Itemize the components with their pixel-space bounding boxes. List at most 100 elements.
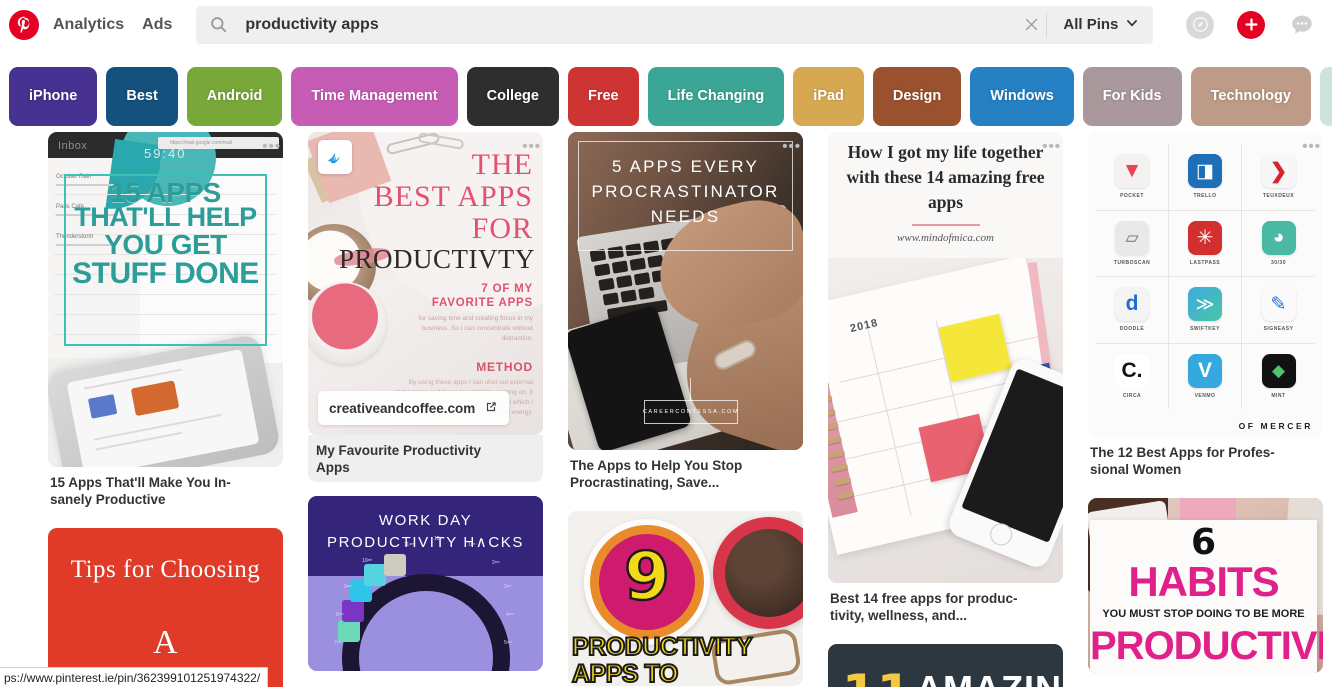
app-icon-cell: ◆ MINT xyxy=(1242,344,1315,410)
external-link-icon xyxy=(484,400,498,417)
pin-image[interactable]: Tips for Choosing A xyxy=(48,528,283,687)
close-icon[interactable] xyxy=(1016,6,1046,44)
app-icon-cell: C. CIRCA xyxy=(1096,343,1169,409)
art-line-2: PRODUCTIVITY H∧CKS xyxy=(326,534,525,551)
chip-life-changing[interactable]: Life Changing xyxy=(647,66,785,126)
pin-image[interactable]: 6 HABITS YOU MUST STOP DOING TO BE MORE … xyxy=(1088,498,1323,673)
art-word: AMAZING xyxy=(916,668,1063,687)
pin-image[interactable]: ▼ POCKET ◨ TRELLO ❯ TEUXDEUX ▱ TURBOSCAN xyxy=(1088,132,1323,437)
pin-title: The Apps to Help You Stop Procrastinatin… xyxy=(570,458,743,490)
source-domain-pill[interactable]: creativeandcoffee.com xyxy=(318,391,510,425)
all-pins-label: All Pins xyxy=(1063,16,1119,33)
pin-card[interactable]: How I got my life together with these 14… xyxy=(828,132,1063,630)
pin-overflow-menu[interactable]: ••• xyxy=(262,139,281,154)
art-line-1: WORK DAY xyxy=(378,512,473,529)
app-label: POCKET xyxy=(1120,193,1144,200)
chip-free[interactable]: Free xyxy=(567,66,639,126)
chip-label: For Kids xyxy=(1102,88,1162,104)
pin-image[interactable]: 9 PRODUCTIVITY APPS TO xyxy=(568,511,803,686)
pin-image[interactable]: How I got my life together with these 14… xyxy=(828,132,1063,583)
nav-link-analytics[interactable]: Analytics xyxy=(53,16,124,34)
app-label: 30/30 xyxy=(1270,259,1286,266)
chip-label: Android xyxy=(206,88,263,104)
pin-column-2: THE BEST APPS FOR PRODUCTIVTY 7 OF MY FA… xyxy=(308,132,543,685)
app-icon-cell: ✳ LASTPASS xyxy=(1169,210,1242,277)
art-watermark: CAREERCONTESSA.COM xyxy=(643,400,738,424)
pin-overflow-menu[interactable]: ••• xyxy=(782,139,801,154)
art-headline: How I got my life together with these 14… xyxy=(846,142,1045,212)
app-label: CIRCA xyxy=(1122,392,1142,399)
art-word: HABITS xyxy=(1128,558,1279,605)
art-headline-1: 5 APPS EVERY xyxy=(611,157,760,176)
chip-android[interactable]: Android xyxy=(186,66,283,126)
all-pins-dropdown[interactable]: All Pins xyxy=(1047,6,1153,44)
pin-card[interactable]: 9 PRODUCTIVITY APPS TO xyxy=(568,511,803,686)
pin-card[interactable]: Tips for Choosing A xyxy=(48,528,283,687)
pin-card[interactable]: 5 APPS EVERY PROCRASTINATOR NEEDS CAREER… xyxy=(568,132,803,497)
pin-overflow-menu[interactable]: ••• xyxy=(522,139,541,154)
search-input[interactable] xyxy=(245,5,1017,44)
art-inbox-label: Inbox xyxy=(58,140,88,152)
art-headline-4: STUFF DONE xyxy=(72,257,259,290)
app-label: SWIFTKEY xyxy=(1190,326,1220,333)
messages-icon[interactable] xyxy=(1288,11,1316,39)
pin-artwork: THE BEST APPS FOR PRODUCTIVTY 7 OF MY FA… xyxy=(308,132,543,435)
app-icon-cell: ▱ TURBOSCAN xyxy=(1096,210,1169,277)
pin-card[interactable]: https://mail.google.com/mail Inbox Octob… xyxy=(48,132,283,514)
pin-image[interactable]: WORK DAY PRODUCTIVITY H∧CKS 11ᵃᵐ 12ᵖᵐ 1ᵖ… xyxy=(308,496,543,671)
chip-ipad[interactable]: iPad xyxy=(793,66,864,126)
pin-image[interactable]: 11 AMAZING xyxy=(828,644,1063,687)
topic-filter-chips: iPhone Best Android Time Management Coll… xyxy=(0,66,1332,126)
pin-title: The 12 Best Apps for Profes-sional Women xyxy=(1090,445,1275,477)
chip-label: College xyxy=(486,88,539,104)
explore-icon[interactable] xyxy=(1186,10,1215,39)
art-line-2: BEST APPS xyxy=(373,180,533,213)
app-label: TRELLO xyxy=(1193,193,1217,200)
chip-label: iPhone xyxy=(29,88,78,104)
art-site: www.mindofmica.com xyxy=(897,232,994,244)
art-sub-2: FAVORITE APPS xyxy=(431,297,533,309)
chip-label: Best xyxy=(126,88,158,104)
chip-design[interactable]: Design xyxy=(872,66,962,126)
pin-overflow-menu[interactable]: ••• xyxy=(1042,139,1061,154)
pin-card[interactable]: 6 HABITS YOU MUST STOP DOING TO BE MORE … xyxy=(1088,498,1323,673)
chip-time-management[interactable]: Time Management xyxy=(291,66,458,126)
pin-card[interactable]: 11 AMAZING xyxy=(828,644,1063,687)
app-label: LASTPASS xyxy=(1189,259,1221,266)
app-icon-grid: ▼ POCKET ◨ TRELLO ❯ TEUXDEUX ▱ TURBOSCAN xyxy=(1096,144,1315,409)
pin-image[interactable]: 5 APPS EVERY PROCRASTINATOR NEEDS CAREER… xyxy=(568,132,803,450)
art-headline-3: YOU GET xyxy=(104,229,227,260)
art-number: 9 xyxy=(623,537,671,617)
art-line-1: PRODUCTIVITY xyxy=(571,633,754,662)
create-pin-icon[interactable] xyxy=(1237,10,1266,39)
pin-card[interactable]: ▼ POCKET ◨ TRELLO ❯ TEUXDEUX ▱ TURBOSCAN xyxy=(1088,132,1323,484)
art-line-1: Tips for Choosing xyxy=(70,556,261,583)
pin-overflow-menu[interactable]: ••• xyxy=(1302,139,1321,154)
pin-title: Best 14 free apps for produc-tivity, wel… xyxy=(830,591,1018,623)
pinterest-logo-icon[interactable] xyxy=(9,9,39,40)
pin-artwork: How I got my life together with these 14… xyxy=(828,132,1063,583)
app-label: TEUXDEUX xyxy=(1262,193,1295,200)
browser-status-bar: ps://www.pinterest.ie/pin/36239910125197… xyxy=(0,667,269,687)
pin-card[interactable]: THE BEST APPS FOR PRODUCTIVTY 7 OF MY FA… xyxy=(308,132,543,482)
pin-card[interactable]: WORK DAY PRODUCTIVITY H∧CKS 11ᵃᵐ 12ᵖᵐ 1ᵖ… xyxy=(308,496,543,671)
chip-iphone[interactable]: iPhone xyxy=(9,66,98,126)
chip-technology[interactable]: Technology xyxy=(1190,66,1311,126)
chip-college[interactable]: College xyxy=(466,66,559,126)
app-icon-cell: ◕ 30/30 xyxy=(1242,211,1315,277)
chip-best[interactable]: Best xyxy=(106,66,178,126)
pin-title: My Favourite Productivity Apps xyxy=(308,435,543,482)
app-icon-cell: V VENMO xyxy=(1169,343,1242,409)
chip-next-partial[interactable] xyxy=(1319,66,1332,126)
chip-for-kids[interactable]: For Kids xyxy=(1082,66,1182,126)
art-line-2: APPS TO xyxy=(571,660,679,687)
app-label: VENMO xyxy=(1194,392,1216,399)
art-word-2: PRODUCTIVE xyxy=(1090,624,1323,668)
app-header: Analytics Ads All Pins xyxy=(0,0,1332,49)
nav-link-ads[interactable]: Ads xyxy=(142,16,172,34)
pin-artwork: 5 APPS EVERY PROCRASTINATOR NEEDS CAREER… xyxy=(568,132,803,450)
search-bar[interactable]: All Pins xyxy=(196,5,1154,44)
chip-windows[interactable]: Windows xyxy=(970,66,1074,126)
pin-image[interactable]: THE BEST APPS FOR PRODUCTIVTY 7 OF MY FA… xyxy=(308,132,543,435)
pin-image[interactable]: https://mail.google.com/mail Inbox Octob… xyxy=(48,132,283,467)
